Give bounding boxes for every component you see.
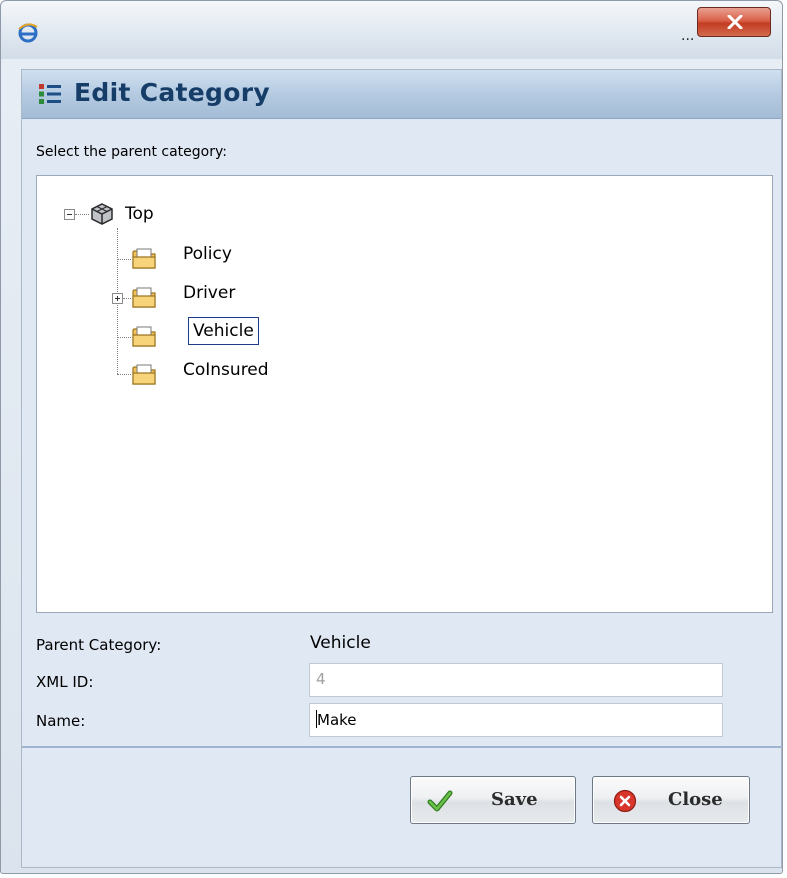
tree-connector bbox=[117, 259, 131, 260]
title-bar[interactable]: ... bbox=[1, 1, 782, 59]
folder-icon bbox=[132, 364, 156, 385]
tree-connector bbox=[117, 337, 131, 338]
tree-node-coinsured[interactable]: CoInsured bbox=[183, 360, 269, 380]
tree-node-vehicle[interactable]: Vehicle bbox=[188, 317, 259, 345]
category-list-icon bbox=[39, 84, 61, 104]
folder-icon bbox=[132, 287, 156, 308]
dialog-body: Edit Category Select the parent category… bbox=[21, 69, 782, 868]
window-close-button[interactable] bbox=[697, 7, 771, 37]
xml-id-value: 4 bbox=[316, 670, 326, 688]
close-button[interactable]: Close bbox=[592, 776, 750, 824]
dialog-window: ... Edit Category Select the parent cate… bbox=[0, 0, 783, 874]
tree-node-policy[interactable]: Policy bbox=[183, 244, 232, 264]
dialog-title: Edit Category bbox=[74, 78, 270, 107]
save-button-label: Save bbox=[491, 789, 538, 810]
xml-id-field: 4 bbox=[309, 663, 723, 697]
category-tree[interactable]: Top Policy Driver Vehicle CoInsured bbox=[36, 175, 773, 613]
tree-connector bbox=[117, 374, 131, 375]
parent-category-prompt: Select the parent category: bbox=[36, 144, 227, 160]
xml-id-label: XML ID: bbox=[36, 673, 94, 691]
save-button[interactable]: Save bbox=[410, 776, 576, 824]
tree-node-top[interactable]: Top bbox=[125, 204, 154, 224]
parent-category-value: Vehicle bbox=[310, 633, 371, 653]
tree-node-driver[interactable]: Driver bbox=[183, 283, 235, 303]
dialog-header: Edit Category bbox=[22, 70, 781, 119]
tree-connector bbox=[123, 298, 131, 299]
close-x-icon bbox=[727, 15, 743, 29]
checkmark-icon bbox=[427, 790, 453, 812]
ie-icon bbox=[18, 23, 38, 43]
collapse-toggle-top[interactable] bbox=[64, 209, 75, 220]
tree-connector bbox=[75, 214, 89, 215]
close-button-label: Close bbox=[668, 789, 723, 810]
footer-divider bbox=[22, 746, 781, 748]
name-field[interactable]: Make bbox=[309, 703, 723, 737]
parent-category-label: Parent Category: bbox=[36, 636, 162, 654]
expand-toggle-driver[interactable] bbox=[112, 293, 123, 304]
close-circle-icon bbox=[613, 789, 637, 813]
title-text: ... bbox=[681, 28, 695, 44]
folder-icon bbox=[132, 248, 156, 269]
name-label: Name: bbox=[36, 712, 86, 730]
name-value: Make bbox=[317, 711, 357, 729]
cube-icon bbox=[91, 203, 113, 225]
folder-icon bbox=[132, 326, 156, 347]
